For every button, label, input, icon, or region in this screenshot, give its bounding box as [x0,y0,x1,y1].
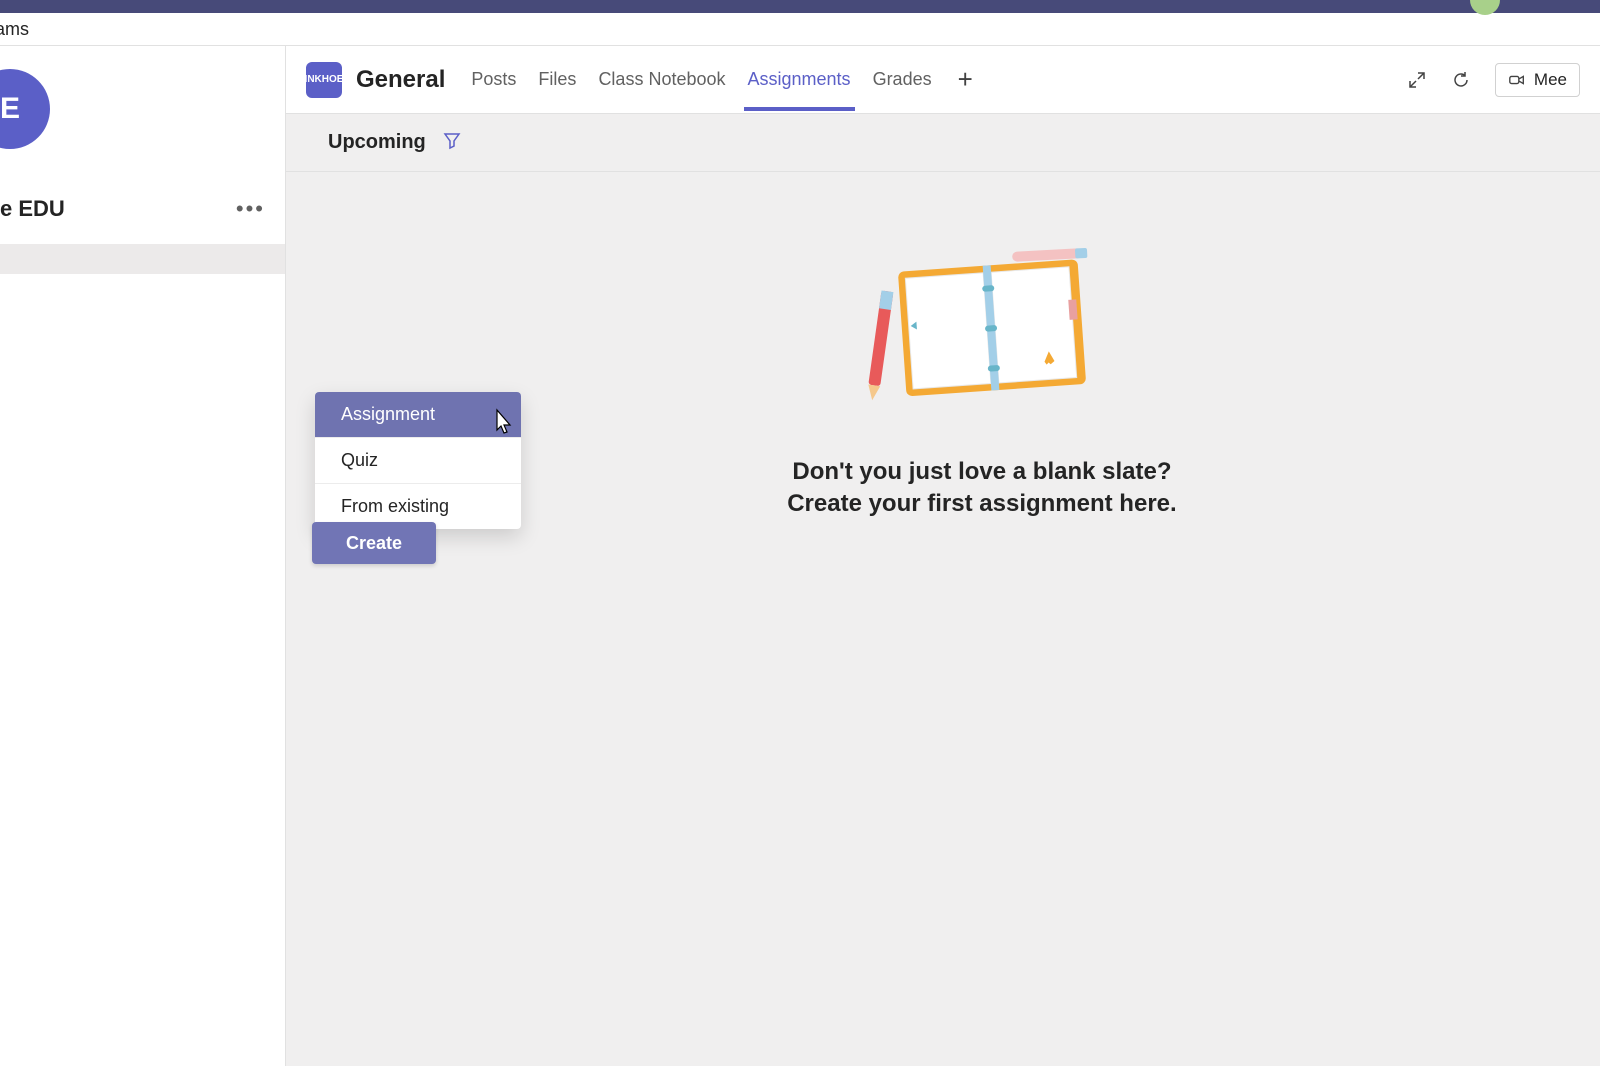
tab-posts[interactable]: Posts [467,49,520,110]
team-avatar-letter: E [0,92,20,126]
channel-header: INKHOE General Posts Files Class Noteboo… [286,46,1600,114]
more-icon[interactable]: ••• [236,196,265,222]
assignments-subheader: Upcoming [286,114,1600,172]
titlebar [0,0,1600,13]
blank-slate: Don't you just love a blank slate? Creat… [787,246,1176,521]
create-button[interactable]: Create [312,522,436,564]
video-icon [1508,71,1526,89]
blank-slate-text: Don't you just love a blank slate? Creat… [787,456,1176,521]
subheader-title: Upcoming [328,131,426,154]
create-menu: Assignment Quiz From existing [315,392,521,529]
content-area: INKHOE General Posts Files Class Noteboo… [286,46,1600,1066]
filter-icon[interactable] [442,130,462,155]
notebook-illustration [867,246,1097,406]
expand-icon[interactable] [1407,70,1427,90]
reload-icon[interactable] [1451,70,1471,90]
channel-title: General [356,66,445,94]
channel-avatar[interactable]: INKHOE [306,62,342,98]
tab-class-notebook[interactable]: Class Notebook [594,49,729,110]
teams-label: eams [0,19,29,40]
channel-list-selected[interactable] [0,244,285,274]
header-actions: Mee [1407,63,1580,97]
team-avatar-large[interactable]: E [0,69,50,149]
menu-item-quiz[interactable]: Quiz [315,438,521,484]
menu-item-assignment[interactable]: Assignment [315,392,521,438]
tab-assignments[interactable]: Assignments [744,49,855,110]
channel-avatar-text: INKHOE [305,74,344,85]
slate-line2: Create your first assignment here. [787,488,1176,520]
add-tab-icon[interactable]: + [950,64,981,95]
tab-grades[interactable]: Grades [869,49,936,110]
main-layout: E e EDU ••• INKHOE General Posts Files C… [0,46,1600,1066]
tab-files[interactable]: Files [534,49,580,110]
sidebar: E e EDU ••• [0,46,286,1066]
slate-line1: Don't you just love a blank slate? [787,456,1176,488]
user-avatar-top[interactable] [1470,0,1500,15]
app-header: eams [0,13,1600,46]
team-name: e EDU [0,196,65,222]
meet-button[interactable]: Mee [1495,63,1580,97]
meet-label: Mee [1534,70,1567,90]
team-row[interactable]: e EDU ••• [0,188,285,230]
